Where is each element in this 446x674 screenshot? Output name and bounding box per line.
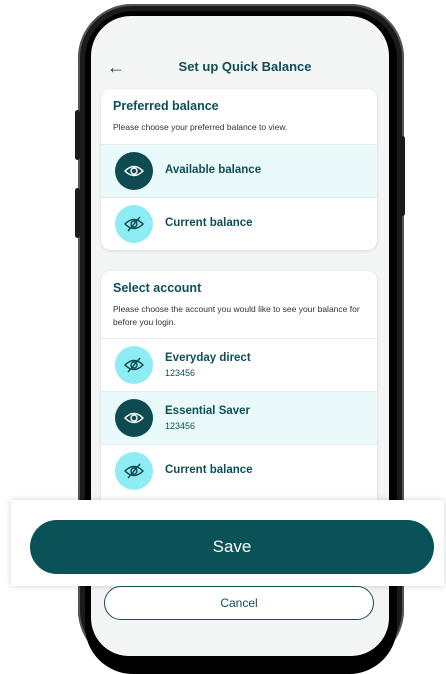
preferred-balance-card: Preferred balance Please choose your pre… <box>101 89 377 250</box>
select-account-subtitle: Please choose the account you would like… <box>113 304 360 327</box>
side-button-power <box>400 136 405 216</box>
card-header: Select account Please choose the account… <box>101 271 377 329</box>
side-button-volume-down <box>75 188 80 238</box>
save-button[interactable]: Save <box>30 520 434 574</box>
account-name: Everyday direct <box>165 352 251 364</box>
account-name: Essential Saver <box>165 405 251 417</box>
side-button-volume-up <box>75 110 80 160</box>
select-account-title: Select account <box>113 281 202 295</box>
account-item-essential-saver[interactable]: Essential Saver 123456 <box>101 391 377 444</box>
cancel-button[interactable]: Cancel <box>104 586 374 620</box>
page-title: Set up Quick Balance <box>178 59 312 74</box>
option-label: Available balance <box>165 164 262 176</box>
option-available-balance[interactable]: Available balance <box>101 144 377 197</box>
eye-off-icon <box>115 346 153 384</box>
eye-icon <box>115 152 153 190</box>
preferred-balance-subtitle: Please choose your preferred balance to … <box>113 122 288 132</box>
account-item-everyday-direct[interactable]: Everyday direct 123456 <box>101 338 377 391</box>
account-number: 123456 <box>165 368 196 378</box>
account-number: 123456 <box>165 421 196 431</box>
eye-off-icon <box>115 205 153 243</box>
back-arrow-icon[interactable]: ← <box>107 56 125 78</box>
eye-icon <box>115 399 153 437</box>
account-name: Current balance <box>165 464 253 476</box>
option-label: Current balance <box>165 217 253 229</box>
top-bar: Set up Quick Balance ← <box>91 56 389 78</box>
select-account-card: Select account Please choose the account… <box>101 271 377 531</box>
preferred-balance-title: Preferred balance <box>113 99 219 113</box>
card-header: Preferred balance Please choose your pre… <box>101 89 377 134</box>
account-item-current-balance[interactable]: Current balance <box>101 444 377 497</box>
eye-off-icon <box>115 452 153 490</box>
option-current-balance[interactable]: Current balance <box>101 197 377 250</box>
